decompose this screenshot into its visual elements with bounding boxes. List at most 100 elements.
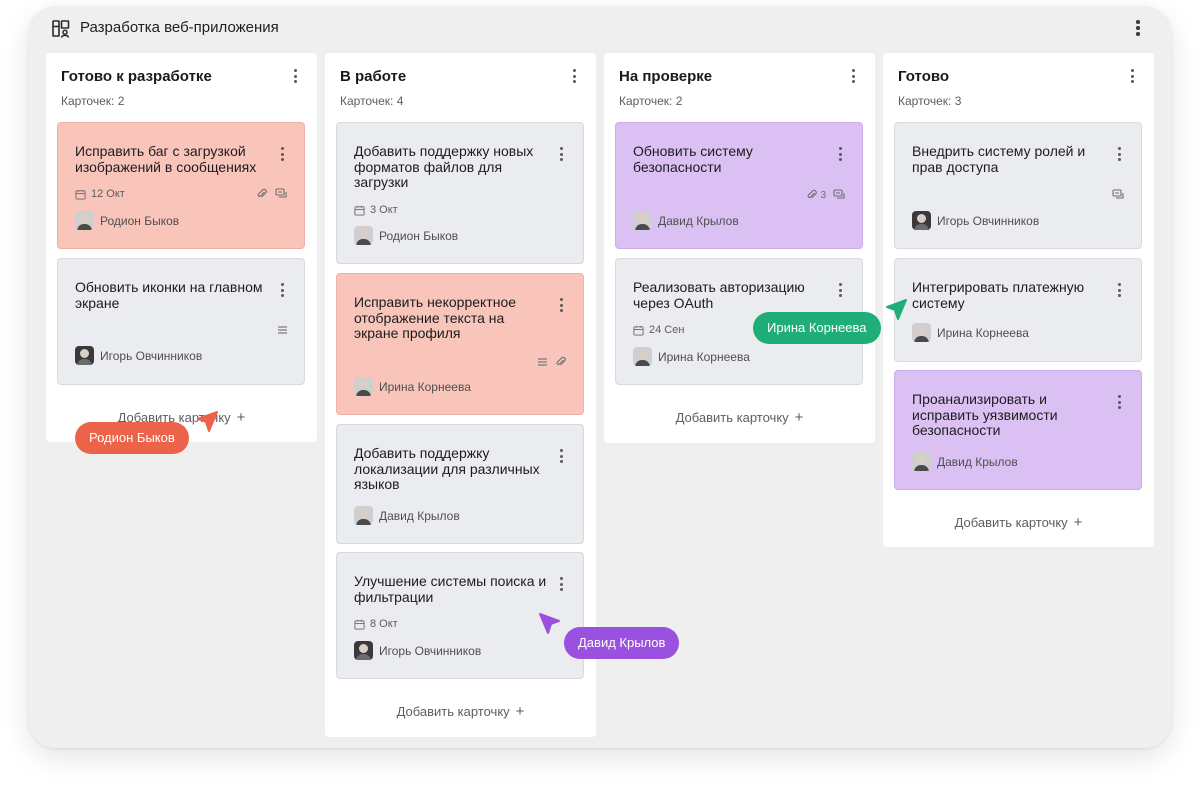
calendar-icon bbox=[75, 189, 86, 200]
card-assignee: Игорь Овчинников bbox=[354, 641, 481, 660]
task-card[interactable]: Интегрировать платежную систему Ирина Ко… bbox=[894, 258, 1142, 362]
assignee-name: Игорь Овчинников bbox=[100, 348, 203, 363]
card-meta-icons bbox=[256, 188, 288, 200]
card-meta-icons bbox=[537, 356, 567, 368]
card-assignee: Игорь Овчинников bbox=[912, 211, 1039, 230]
board-menu-icon[interactable] bbox=[1131, 18, 1145, 38]
add-card-button[interactable]: Добавить карточку + bbox=[883, 514, 1154, 531]
card-menu-icon[interactable] bbox=[554, 574, 568, 594]
card-assignee: Родион Быков bbox=[354, 226, 458, 245]
collaborator-cursor-label: Давид Крылов bbox=[564, 627, 680, 659]
card-menu-icon[interactable] bbox=[833, 144, 847, 164]
column-card-count: Карточек: 2 bbox=[619, 94, 683, 108]
avatar bbox=[633, 211, 652, 230]
collaborator-cursor-label: Родион Быков bbox=[75, 422, 189, 454]
card-menu-icon[interactable] bbox=[275, 280, 289, 300]
assignee-name: Игорь Овчинников bbox=[937, 213, 1040, 228]
description-icon bbox=[278, 326, 287, 334]
card-title: Обновить иконки на главном экране bbox=[75, 279, 263, 311]
add-card-label: Добавить карточку bbox=[675, 410, 789, 425]
column-title: На проверке bbox=[619, 68, 713, 85]
card-date-text: 12 Окт bbox=[91, 188, 125, 200]
add-card-button[interactable]: Добавить карточку + bbox=[325, 703, 596, 720]
card-assignee: Ирина Корнеева bbox=[633, 347, 750, 366]
task-card[interactable]: Обновить иконки на главном экране Игорь … bbox=[57, 258, 305, 385]
assignee-name: Давид Крылов bbox=[379, 508, 460, 523]
avatar bbox=[633, 347, 652, 366]
cursor-arrow-icon bbox=[539, 613, 560, 634]
card-title: Проанализировать и исправить уязвимости … bbox=[912, 391, 1058, 438]
column-ready-for-dev: Готово к разработке Карточек: 2 Исправит… bbox=[46, 53, 317, 442]
avatar bbox=[75, 211, 94, 230]
card-menu-icon[interactable] bbox=[554, 295, 568, 315]
card-assignee: Ирина Корнеева bbox=[354, 377, 471, 396]
cursor-arrow-icon bbox=[197, 411, 218, 432]
column-menu-icon[interactable] bbox=[288, 66, 302, 86]
task-card[interactable]: Добавить поддержку локализации для разли… bbox=[336, 424, 584, 544]
card-menu-icon[interactable] bbox=[1112, 280, 1126, 300]
card-menu-icon[interactable] bbox=[833, 280, 847, 300]
card-date-text: 8 Окт bbox=[370, 618, 398, 630]
column-title: В работе bbox=[340, 68, 407, 85]
task-card[interactable]: Исправить баг с загрузкой изображений в … bbox=[57, 122, 305, 249]
avatar bbox=[912, 211, 931, 230]
assignee-name: Давид Крылов bbox=[937, 454, 1018, 469]
card-menu-icon[interactable] bbox=[1112, 144, 1126, 164]
calendar-icon bbox=[354, 619, 365, 630]
avatar bbox=[354, 377, 373, 396]
task-card[interactable]: Исправить некорректное отображение текст… bbox=[336, 273, 584, 415]
card-date-text: 3 Окт bbox=[370, 204, 398, 216]
card-title: Реализовать авторизацию через OAuth bbox=[633, 279, 805, 311]
comment-icon bbox=[833, 189, 845, 199]
board-icon bbox=[52, 20, 70, 38]
avatar bbox=[912, 452, 931, 471]
card-menu-icon[interactable] bbox=[275, 144, 289, 164]
description-icon bbox=[538, 358, 547, 366]
card-meta-icons bbox=[277, 325, 288, 335]
card-menu-icon[interactable] bbox=[554, 144, 568, 164]
task-card[interactable]: Обновить систему безопасности 3 Давид Кр… bbox=[615, 122, 863, 249]
column-title: Готово к разработке bbox=[61, 68, 212, 85]
task-card[interactable]: Добавить поддержку новых форматов файлов… bbox=[336, 122, 584, 264]
card-assignee: Ирина Корнеева bbox=[912, 323, 1029, 342]
add-card-label: Добавить карточку bbox=[396, 704, 510, 719]
avatar bbox=[354, 641, 373, 660]
card-due-date: 12 Окт bbox=[75, 188, 125, 200]
add-card-button[interactable]: Добавить карточку + bbox=[604, 409, 875, 426]
task-card[interactable]: Внедрить систему ролей и прав доступа Иг… bbox=[894, 122, 1142, 249]
paperclip-icon bbox=[257, 188, 267, 198]
column-card-count: Карточек: 3 bbox=[898, 94, 962, 108]
card-menu-icon[interactable] bbox=[1112, 392, 1126, 412]
column-menu-icon[interactable] bbox=[846, 66, 860, 86]
card-title: Исправить некорректное отображение текст… bbox=[354, 294, 517, 341]
plus-icon: + bbox=[794, 409, 804, 426]
assignee-name: Родион Быков bbox=[379, 228, 459, 243]
card-menu-icon[interactable] bbox=[554, 446, 568, 466]
column-card-count: Карточек: 4 bbox=[340, 94, 404, 108]
avatar bbox=[75, 346, 94, 365]
card-assignee: Давид Крылов bbox=[354, 506, 460, 525]
column-menu-icon[interactable] bbox=[1125, 66, 1139, 86]
plus-icon: + bbox=[1073, 514, 1083, 531]
plus-icon: + bbox=[515, 703, 525, 720]
assignee-name: Ирина Корнеева bbox=[937, 325, 1029, 340]
paperclip-icon bbox=[556, 356, 566, 366]
comment-icon bbox=[275, 188, 287, 198]
board-title: Разработка веб-приложения bbox=[80, 19, 279, 36]
card-meta-icons: 3 bbox=[806, 189, 846, 201]
assignee-name: Ирина Корнеева bbox=[658, 349, 750, 364]
calendar-icon bbox=[354, 205, 365, 216]
card-title: Обновить систему безопасности bbox=[633, 143, 753, 175]
collaborator-cursor-label: Ирина Корнеева bbox=[753, 312, 881, 344]
attachment-count: 3 bbox=[806, 189, 826, 201]
assignee-name: Давид Крылов bbox=[658, 213, 739, 228]
cursor-arrow-icon bbox=[886, 299, 907, 320]
card-due-date: 24 Сен bbox=[633, 324, 684, 336]
card-assignee: Родион Быков bbox=[75, 211, 179, 230]
add-card-label: Добавить карточку bbox=[954, 515, 1068, 530]
column-menu-icon[interactable] bbox=[567, 66, 581, 86]
assignee-name: Родион Быков bbox=[100, 213, 180, 228]
plus-icon: + bbox=[236, 409, 246, 426]
comment-icon bbox=[1112, 189, 1124, 199]
task-card[interactable]: Проанализировать и исправить уязвимости … bbox=[894, 370, 1142, 490]
